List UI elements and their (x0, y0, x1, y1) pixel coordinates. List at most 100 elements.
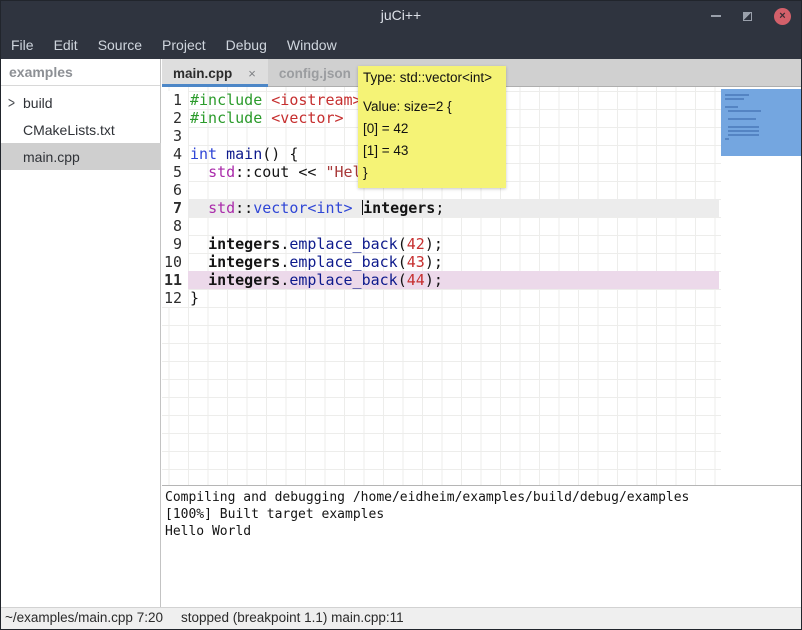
close-icon[interactable]: × (774, 8, 791, 25)
line-number[interactable]: 3 (162, 127, 188, 145)
line-number[interactable]: 10 (162, 253, 188, 271)
menu-project[interactable]: Project (152, 31, 216, 59)
line-number[interactable]: 12 (162, 289, 188, 307)
code-token: main (226, 145, 262, 163)
minimap-code-mark (728, 134, 759, 136)
line-number[interactable]: 2 (162, 109, 188, 127)
chevron-right-icon[interactable]: > (8, 93, 22, 111)
code-token: <vector> (271, 109, 343, 127)
restore-icon[interactable] (743, 12, 752, 21)
code-token: std (208, 163, 235, 181)
sidebar-item-main-cpp[interactable]: main.cpp (1, 143, 161, 170)
code-token: integers (363, 199, 435, 217)
code-token: integers (208, 235, 280, 253)
status-debug-state: stopped (breakpoint 1.1) main.cpp:11 (181, 610, 404, 625)
code-token: . (280, 253, 289, 271)
code-line[interactable]: integers.emplace_back(43); (188, 253, 719, 271)
minimap-viewport[interactable] (721, 89, 801, 156)
minimap-code-mark (725, 138, 729, 140)
tree-item-label: CMakeLists.txt (23, 122, 115, 138)
menu-edit[interactable]: Edit (44, 31, 88, 59)
code-token (262, 109, 271, 127)
code-token (190, 271, 208, 289)
code-token: . (280, 235, 289, 253)
console-line: Hello World (165, 523, 801, 540)
minimap-code-mark (728, 126, 759, 128)
tooltip-value-line: } (363, 162, 500, 184)
code-token: ); (425, 253, 443, 271)
code-token: () { (262, 145, 298, 163)
window-title: juCi++ (1, 7, 801, 23)
file-tree-sidebar: examples > build CMakeLists.txt main.cpp (1, 59, 161, 607)
code-line[interactable]: integers.emplace_back(44); (188, 271, 719, 289)
minimap-code-mark (728, 130, 759, 132)
line-number[interactable]: 7 (162, 199, 188, 217)
line-number[interactable]: 5 (162, 163, 188, 181)
menubar: File Edit Source Project Debug Window (1, 31, 801, 59)
code-token: ( (398, 271, 407, 289)
code-line[interactable] (188, 217, 719, 235)
tree-item-label: main.cpp (23, 149, 80, 165)
code-token: 42 (407, 235, 425, 253)
code-line[interactable]: } (188, 289, 719, 307)
status-file-position: ~/examples/main.cpp 7:20 (5, 610, 163, 625)
sidebar-item-cmakelists[interactable]: CMakeLists.txt (1, 116, 161, 143)
code-token: ( (398, 235, 407, 253)
line-number[interactable]: 9 (162, 235, 188, 253)
code-token: integers (208, 271, 280, 289)
menu-file[interactable]: File (1, 31, 44, 59)
titlebar[interactable]: juCi++ × (1, 1, 801, 31)
code-token: ( (398, 253, 407, 271)
minimap[interactable] (721, 87, 801, 485)
juci-window: juCi++ × File Edit Source Project Debug … (0, 0, 802, 630)
code-token: :: (235, 199, 253, 217)
code-token: . (280, 271, 289, 289)
code-token: #include (190, 91, 262, 109)
menu-window[interactable]: Window (277, 31, 347, 59)
code-token: <iostream> (271, 91, 361, 109)
tab-main-cpp[interactable]: main.cpp × (162, 59, 268, 87)
window-controls: × (711, 1, 791, 31)
code-token: emplace_back (289, 235, 397, 253)
line-number[interactable]: 8 (162, 217, 188, 235)
code-line[interactable]: integers.emplace_back(42); (188, 235, 719, 253)
build-console[interactable]: Compiling and debugging /home/eidheim/ex… (162, 485, 801, 607)
minimap-code-mark (725, 94, 749, 96)
minimap-code-mark (725, 106, 738, 108)
code-token (190, 199, 208, 217)
code-token: #include (190, 109, 262, 127)
code-line[interactable]: std::vector<int> integers; (188, 199, 719, 217)
line-number[interactable]: 4 (162, 145, 188, 163)
minimize-icon[interactable] (711, 15, 721, 17)
code-token (353, 199, 362, 217)
menu-source[interactable]: Source (88, 31, 152, 59)
minimap-code-mark (725, 98, 744, 100)
sidebar-item-build[interactable]: > build (1, 89, 161, 116)
minimap-code-mark (728, 118, 756, 120)
tooltip-type-line: Type: std::vector<int> (363, 69, 500, 87)
console-line: [100%] Built target examples (165, 506, 801, 523)
code-token (190, 235, 208, 253)
project-name-header: examples (1, 59, 160, 86)
code-token: 44 (407, 271, 425, 289)
code-token (190, 253, 208, 271)
line-number[interactable]: 1 (162, 91, 188, 109)
line-number[interactable]: 11 (162, 271, 188, 289)
code-token: std (208, 199, 235, 217)
code-token: ::cout << (235, 163, 325, 181)
code-token: ); (425, 271, 443, 289)
code-token: vector<int> (253, 199, 352, 217)
tab-close-icon[interactable]: × (248, 66, 256, 81)
tab-label: main.cpp (173, 66, 232, 81)
tooltip-value-line: [1] = 43 (363, 140, 500, 162)
code-token: int (190, 145, 217, 163)
menu-debug[interactable]: Debug (216, 31, 277, 59)
code-token: 43 (407, 253, 425, 271)
code-token: integers (208, 253, 280, 271)
tooltip-value-line: Value: size=2 { (363, 96, 500, 118)
code-token (217, 145, 226, 163)
code-token: ; (435, 199, 444, 217)
line-number[interactable]: 6 (162, 181, 188, 199)
tab-config-json[interactable]: config.json (268, 59, 363, 87)
code-token (262, 91, 271, 109)
